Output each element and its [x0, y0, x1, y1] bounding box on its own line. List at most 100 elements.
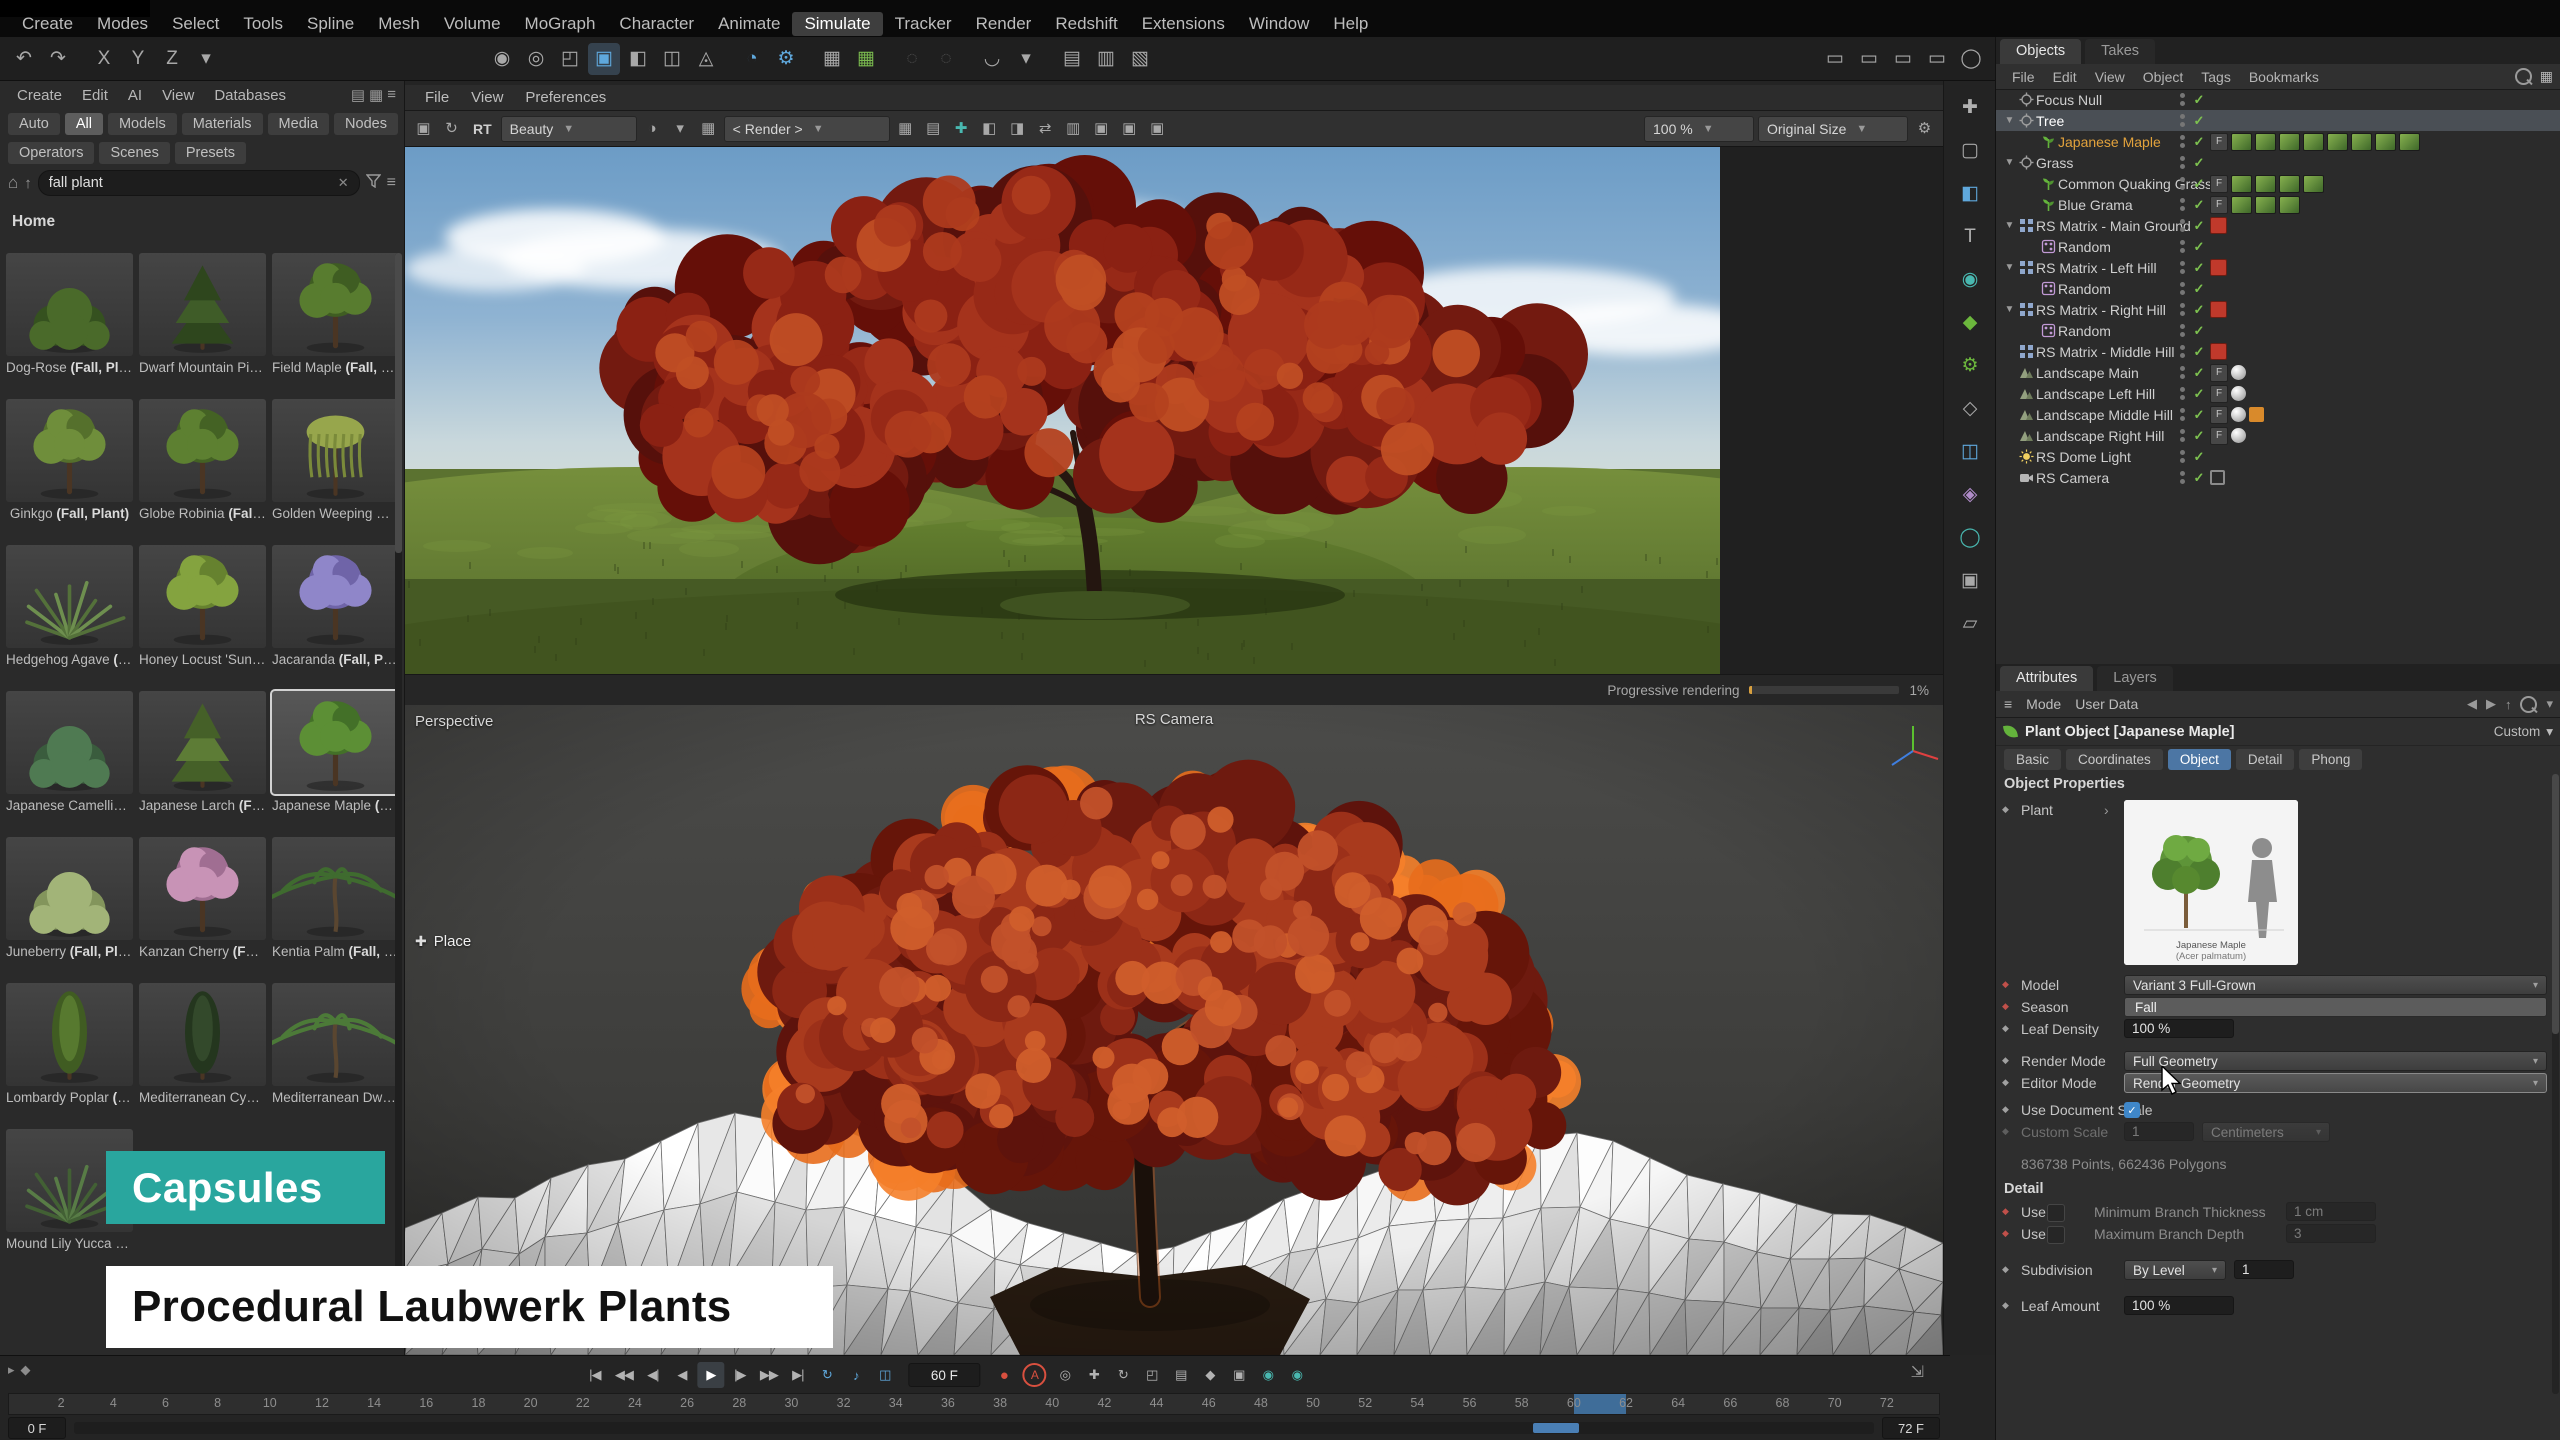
enable-check-icon[interactable]: ✓: [2191, 260, 2207, 276]
annotate-icon[interactable]: ▱: [1954, 607, 1986, 639]
object-row-common-quaking-grass[interactable]: Common Quaking Grass✓F: [1996, 173, 2560, 194]
asset-scrollbar[interactable]: [395, 253, 402, 1343]
selection-box-icon[interactable]: ▢: [1954, 134, 1986, 166]
editor-dot[interactable]: [2180, 408, 2185, 413]
enable-check-icon[interactable]: ✓: [2191, 386, 2207, 402]
visibility-dots[interactable]: [2176, 114, 2188, 127]
filter-display-icon[interactable]: ▥: [1061, 116, 1086, 141]
material-tag[interactable]: [2231, 365, 2246, 380]
filter-tab-all[interactable]: All: [65, 113, 103, 135]
om-view-icon[interactable]: ▦: [2540, 68, 2553, 85]
phong-tag[interactable]: F: [2210, 133, 2228, 151]
workplane-grid-icon[interactable]: ▦: [816, 43, 848, 75]
visibility-dots[interactable]: [2176, 366, 2188, 379]
snap-magnet-icon[interactable]: ◡: [976, 43, 1008, 75]
x-axis-lock[interactable]: X: [88, 43, 120, 75]
key-filter-icon-2[interactable]: ◰: [1138, 1362, 1165, 1388]
object-name[interactable]: RS Dome Light: [2036, 449, 2131, 465]
asset-item-juneberry[interactable]: Juneberry (Fall, Plant): [6, 837, 133, 977]
nav-forward-icon[interactable]: ▶: [2486, 696, 2496, 712]
range-end-field[interactable]: 72 F: [1882, 1417, 1940, 1439]
layout-panel-icon-3[interactable]: ▭: [1887, 43, 1919, 75]
subdivision-level-field[interactable]: 1: [2234, 1260, 2294, 1279]
transport-2[interactable]: ◀|: [639, 1362, 666, 1388]
editor-dot[interactable]: [2180, 471, 2185, 476]
render-dot[interactable]: [2180, 332, 2185, 337]
user-data-menu[interactable]: User Data: [2075, 696, 2138, 712]
om-menu-edit[interactable]: Edit: [2045, 68, 2085, 86]
animate-bullet-icon[interactable]: ◆: [2002, 979, 2009, 990]
object-name[interactable]: Landscape Right Hill: [2036, 428, 2164, 444]
asset-item-ginkgo[interactable]: Ginkgo (Fall, Plant): [6, 399, 133, 539]
timeline-expand-icon[interactable]: ⇲: [1911, 1362, 1924, 1382]
transport-1[interactable]: ◀◀: [610, 1362, 637, 1388]
visibility-dots[interactable]: [2176, 198, 2188, 211]
visibility-dots[interactable]: [2176, 93, 2188, 106]
menu-volume[interactable]: Volume: [432, 12, 513, 36]
disabled-tool-icon-1[interactable]: ◌: [896, 43, 928, 75]
snap-options-icon[interactable]: ▾: [1010, 43, 1042, 75]
asset-menu-edit[interactable]: Edit: [73, 85, 117, 106]
rv-menu-preferences[interactable]: Preferences: [515, 88, 616, 107]
object-name[interactable]: Random: [2058, 281, 2111, 297]
disabled-tool-icon-2[interactable]: ◌: [930, 43, 962, 75]
render-dot[interactable]: [2180, 248, 2185, 253]
object-name[interactable]: RS Matrix - Right Hill: [2036, 302, 2166, 318]
enable-check-icon[interactable]: ✓: [2191, 344, 2207, 360]
expand-arrow-icon[interactable]: ▼: [2002, 115, 2017, 126]
filter-tab-nodes[interactable]: Nodes: [334, 113, 398, 135]
asset-menu-databases[interactable]: Databases: [205, 85, 295, 106]
color-wheel-icon[interactable]: ◑: [640, 116, 665, 141]
object-row-blue-grama[interactable]: Blue Grama✓F: [1996, 194, 2560, 215]
plant-expand-icon[interactable]: ›: [2104, 802, 2109, 818]
attr-chip-object[interactable]: Object: [2168, 749, 2231, 770]
phong-tag[interactable]: F: [2210, 196, 2228, 214]
menu-render[interactable]: Render: [964, 12, 1044, 36]
transport-3[interactable]: ◀: [668, 1362, 695, 1388]
redshift-object-tag[interactable]: [2210, 259, 2227, 276]
playback-toggle-1[interactable]: ♪: [842, 1362, 869, 1388]
custom-scale-field[interactable]: 1: [2124, 1122, 2194, 1141]
transport-7[interactable]: ▶|: [784, 1362, 811, 1388]
menu-mograph[interactable]: MoGraph: [513, 12, 608, 36]
simulate-project-icon[interactable]: ◉: [486, 43, 518, 75]
object-row-landscape-right-hill[interactable]: Landscape Right Hill✓F: [1996, 425, 2560, 446]
enable-check-icon[interactable]: ✓: [2191, 323, 2207, 339]
custom-scale-unit-select[interactable]: Centimeters▾: [2202, 1122, 2330, 1142]
filter-tab-media[interactable]: Media: [268, 113, 330, 135]
menu-animate[interactable]: Animate: [706, 12, 792, 36]
key-filter-icon-0[interactable]: ✚: [1080, 1362, 1107, 1388]
panel-menu-icon[interactable]: ≡: [2004, 696, 2012, 712]
search-input[interactable]: fall plant✕: [38, 170, 360, 196]
render-dot[interactable]: [2180, 437, 2185, 442]
visibility-dots[interactable]: [2176, 429, 2188, 442]
material-swatch[interactable]: [2255, 196, 2276, 214]
render-dot[interactable]: [2180, 227, 2185, 232]
asset-item-globe-robinia[interactable]: Globe Robinia (Fall, Plant): [139, 399, 266, 539]
object-name[interactable]: RS Matrix - Left Hill: [2036, 260, 2157, 276]
simulation-settings-icon[interactable]: ⚙: [770, 43, 802, 75]
material-swatch[interactable]: [2255, 133, 2276, 151]
asset-item-lombardy-poplar[interactable]: Lombardy Poplar (Fall, Plant): [6, 983, 133, 1123]
material-swatch[interactable]: [2351, 133, 2372, 151]
category-tab-operators[interactable]: Operators: [8, 142, 94, 164]
home-icon[interactable]: ⌂: [8, 173, 18, 193]
editor-dot[interactable]: [2180, 387, 2185, 392]
editor-dot[interactable]: [2180, 429, 2185, 434]
animate-bullet-icon[interactable]: ◆: [2002, 1023, 2009, 1034]
menu-window[interactable]: Window: [1237, 12, 1321, 36]
animate-bullet-icon[interactable]: ◆: [2002, 1264, 2009, 1275]
current-frame-field[interactable]: 60 F: [908, 1363, 980, 1387]
texture-tag[interactable]: [2249, 407, 2264, 422]
attr-chip-detail[interactable]: Detail: [2236, 749, 2295, 770]
om-tab-objects[interactable]: Objects: [2000, 39, 2081, 64]
asset-item-dog-rose[interactable]: Dog-Rose (Fall, Plant): [6, 253, 133, 393]
simulation-scene-icon[interactable]: ▣: [588, 43, 620, 75]
render-dot[interactable]: [2180, 185, 2185, 190]
rt-mode-label[interactable]: RT: [467, 121, 498, 137]
animate-bullet-icon[interactable]: ◆: [2002, 1055, 2009, 1066]
render-dot[interactable]: [2180, 269, 2185, 274]
use-document-scale-checkbox[interactable]: ✓: [2124, 1102, 2140, 1118]
object-name[interactable]: Landscape Left Hill: [2036, 386, 2155, 402]
enable-check-icon[interactable]: ✓: [2191, 365, 2207, 381]
